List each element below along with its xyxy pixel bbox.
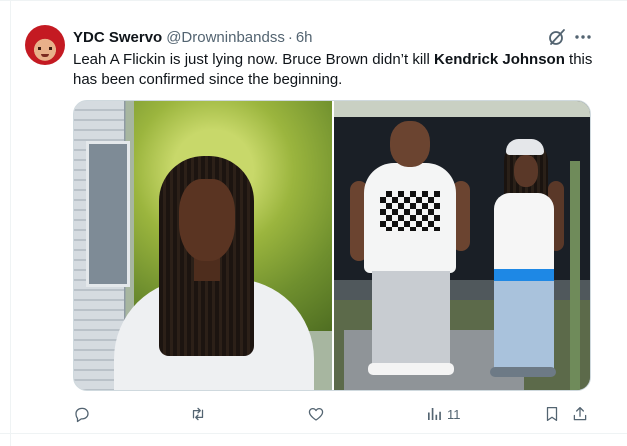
person-face [179,179,235,261]
views-icon [428,408,441,420]
man1-head [390,121,430,167]
grok-icon[interactable] [547,27,567,47]
man1-shirt-pattern [380,191,440,231]
share-button[interactable] [571,404,589,424]
views-count: 11 [447,406,461,422]
photo-right[interactable] [334,101,590,390]
man1-pants [372,271,450,371]
tweet-header: YDC Swervo @Drowninbandss · 6h [73,27,313,47]
man1-shoes [368,363,454,375]
divider-bottom [0,433,627,434]
like-button[interactable] [307,404,325,424]
avatar-eyes [38,47,52,50]
tweet-text-bold: Kendrick Johnson [434,51,565,68]
porch-post [570,161,580,390]
bookmark-icon [546,406,558,422]
action-bar: 11 [73,404,593,424]
like-icon [308,407,324,421]
photo-left[interactable] [74,101,332,390]
avatar-mouth [41,54,49,57]
man2-jeans [494,281,554,373]
separator-dot: · [287,28,293,46]
retweet-button[interactable] [189,404,207,424]
man2-waistband [494,269,554,281]
man2-tank-top [494,193,554,273]
timestamp[interactable]: 6h [296,29,313,46]
house-window [86,141,130,287]
timeline-border [10,0,11,446]
man2-face [514,155,538,187]
views-button[interactable]: 11 [425,404,461,424]
tweet-text: Leah A Flickin is just lying now. Bruce … [73,50,593,90]
display-name[interactable]: YDC Swervo [73,29,162,46]
media-grid [73,100,591,391]
bookmark-button[interactable] [543,404,561,424]
reply-button[interactable] [73,404,91,424]
share-icon [573,406,587,421]
divider-top [0,0,627,1]
man2-cap [506,139,544,155]
roof-edge [334,101,590,117]
tweet[interactable]: YDC Swervo @Drowninbandss · 6h Leah A Fl… [0,0,627,446]
reply-icon [75,407,89,423]
more-icon[interactable] [573,27,593,47]
man2-shoes [490,367,556,377]
user-handle[interactable]: @Drowninbandss [166,29,285,46]
avatar[interactable] [25,25,65,65]
retweet-icon [192,407,204,421]
tweet-text-part1: Leah A Flickin is just lying now. Bruce … [73,51,435,68]
